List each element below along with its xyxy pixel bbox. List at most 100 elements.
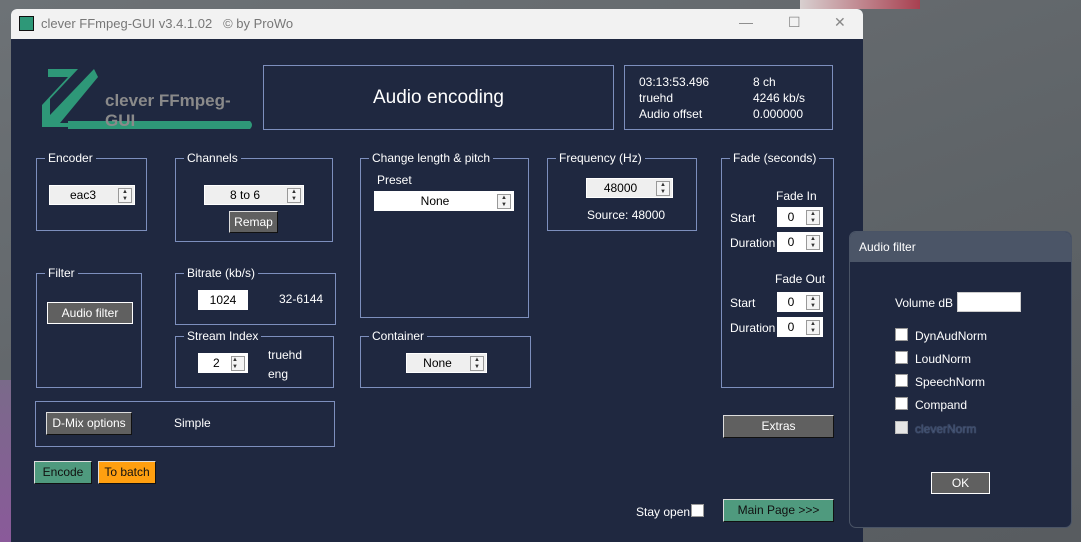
fade-out-label: Fade Out <box>775 272 826 286</box>
encoder-group: Encoder eac3 ▲ ▼ <box>36 151 147 231</box>
duration: 03:13:53.496 <box>639 75 710 89</box>
spinner-arrows-icon[interactable]: ▲ ▼ <box>470 356 484 371</box>
codec: truehd <box>639 91 674 105</box>
main-window: clever FFmpeg-GUI v3.4.1.02 © by ProWo —… <box>11 9 863 542</box>
spinner-arrows-icon[interactable]: ▲ ▼ <box>656 181 670 196</box>
clevernorm-checkbox[interactable] <box>895 421 908 434</box>
filter-group: Filter Audio filter <box>36 266 142 388</box>
filter-label: Filter <box>45 266 78 280</box>
channel-count: 8 ch <box>753 75 776 89</box>
source-bitrate: 4246 kb/s <box>753 91 806 105</box>
fade-out-start-label: Start <box>730 296 756 310</box>
fade-in-duration-value: 0 <box>787 235 795 249</box>
stay-open-label: Stay open <box>636 505 691 519</box>
loudnorm-checkbox[interactable] <box>895 351 908 364</box>
encoder-select[interactable]: eac3 ▲ ▼ <box>49 185 135 205</box>
close-button[interactable]: ✕ <box>834 14 846 31</box>
compand-checkbox[interactable] <box>895 397 908 410</box>
spinner-arrows-icon[interactable]: ▲ ▼ <box>497 194 511 209</box>
speechnorm-label: SpeechNorm <box>915 375 986 389</box>
container-select[interactable]: None ▲ ▼ <box>406 353 487 373</box>
clevernorm-label: cleverNorm <box>915 422 977 436</box>
fade-in-label: Fade In <box>776 189 817 203</box>
stream-index-group: Stream Index 2 ▲ ▼ truehd eng <box>175 329 334 388</box>
speechnorm-checkbox[interactable] <box>895 374 908 387</box>
frequency-source: Source: 48000 <box>587 208 666 222</box>
audio-filter-dialog: Audio filter Volume dB DynAudNorm LoudNo… <box>849 231 1072 528</box>
fade-label: Fade (seconds) <box>730 151 820 165</box>
dialog-title: Audio filter <box>850 232 1071 262</box>
dmix-options-button[interactable]: D-Mix options <box>46 412 132 435</box>
ok-button[interactable]: OK <box>931 472 990 494</box>
frequency-group: Frequency (Hz) 48000 ▲ ▼ Source: 48000 <box>547 151 697 231</box>
encode-button[interactable]: Encode <box>34 461 92 484</box>
fade-group: Fade (seconds) Fade In Start 0 ▲ ▼ Duratio… <box>721 151 834 388</box>
container-value: None <box>423 356 452 370</box>
stream-index-input[interactable]: 2 ▲ ▼ <box>198 353 248 373</box>
logo-text: clever FFmpeg-GUI <box>105 91 231 130</box>
spinner-arrows-icon[interactable]: ▲ ▼ <box>231 356 245 371</box>
maximize-button[interactable]: ☐ <box>788 14 801 31</box>
dynaudnorm-checkbox[interactable] <box>895 328 908 341</box>
stream-codec: truehd <box>268 348 303 362</box>
volume-label: Volume dB <box>895 296 954 310</box>
audio-filter-button[interactable]: Audio filter <box>47 302 133 324</box>
desktop-background <box>800 0 920 9</box>
loudnorm-label: LoudNorm <box>915 352 972 366</box>
info-box: 03:13:53.496 8 ch truehd 4246 kb/s Audio… <box>624 65 833 130</box>
stream-index-value: 2 <box>213 356 220 370</box>
stay-open-checkbox[interactable] <box>691 504 704 517</box>
fade-out-start-value: 0 <box>787 295 795 309</box>
volume-input[interactable] <box>957 292 1021 312</box>
fade-out-duration-label: Duration <box>730 321 776 335</box>
preset-select[interactable]: None ▲ ▼ <box>374 191 514 211</box>
channels-value: 8 to 6 <box>229 188 261 202</box>
frequency-value: 48000 <box>603 181 638 195</box>
fade-in-duration-label: Duration <box>730 236 776 250</box>
main-page-button[interactable]: Main Page >>> <box>723 499 834 522</box>
logo: clever FFmpeg-GUI <box>38 65 254 131</box>
fade-out-start-input[interactable]: 0 ▲ ▼ <box>777 292 823 312</box>
fade-in-duration-input[interactable]: 0 ▲ ▼ <box>777 232 823 252</box>
fade-out-duration-input[interactable]: 0 ▲ ▼ <box>777 317 823 337</box>
spinner-arrows-icon[interactable]: ▲ ▼ <box>806 235 820 250</box>
fade-in-start-input[interactable]: 0 ▲ ▼ <box>777 207 823 227</box>
preset-label: Preset <box>377 173 412 187</box>
to-batch-button[interactable]: To batch <box>98 461 156 484</box>
bitrate-input[interactable]: 1024 <box>198 290 248 310</box>
compand-label: Compand <box>915 398 968 412</box>
spinner-arrows-icon[interactable]: ▲ ▼ <box>118 188 132 203</box>
dmix-group: D-Mix options Simple <box>35 401 335 447</box>
offset-value: 0.000000 <box>753 107 804 121</box>
container-label: Container <box>369 329 428 343</box>
encoder-value: eac3 <box>69 188 97 202</box>
spinner-arrows-icon[interactable]: ▲ ▼ <box>806 320 820 335</box>
bitrate-label: Bitrate (kb/s) <box>184 266 259 280</box>
preset-value: None <box>420 194 450 208</box>
fade-in-start-label: Start <box>730 211 756 225</box>
extras-button[interactable]: Extras <box>723 415 834 438</box>
fade-in-start-value: 0 <box>787 210 795 224</box>
change-length-label: Change length & pitch <box>369 151 494 165</box>
bitrate-group: Bitrate (kb/s) 1024 32-6144 <box>175 266 336 325</box>
frequency-select[interactable]: 48000 ▲ ▼ <box>586 178 673 198</box>
channels-label: Channels <box>184 151 241 165</box>
page-title: Audio encoding <box>373 87 504 108</box>
bitrate-range: 32-6144 <box>279 292 324 306</box>
window-title: clever FFmpeg-GUI v3.4.1.02 © by ProWo <box>41 16 294 31</box>
offset-label: Audio offset <box>639 107 703 121</box>
encoder-label: Encoder <box>45 151 96 165</box>
remap-button[interactable]: Remap <box>229 211 278 233</box>
change-length-group: Change length & pitch Preset None ▲ ▼ <box>360 151 529 318</box>
minimize-button[interactable]: — <box>739 14 753 30</box>
dynaudnorm-label: DynAudNorm <box>915 329 988 343</box>
spinner-arrows-icon[interactable]: ▲ ▼ <box>806 295 820 310</box>
header-box: Audio encoding <box>263 65 614 130</box>
channels-select[interactable]: 8 to 6 ▲ ▼ <box>204 185 304 205</box>
spinner-arrows-icon[interactable]: ▲ ▼ <box>806 210 820 225</box>
app-icon <box>19 16 34 31</box>
fade-out-duration-value: 0 <box>787 320 795 334</box>
channels-group: Channels 8 to 6 ▲ ▼ Remap <box>175 151 333 242</box>
spinner-arrows-icon[interactable]: ▲ ▼ <box>287 188 301 203</box>
frequency-label: Frequency (Hz) <box>556 151 645 165</box>
